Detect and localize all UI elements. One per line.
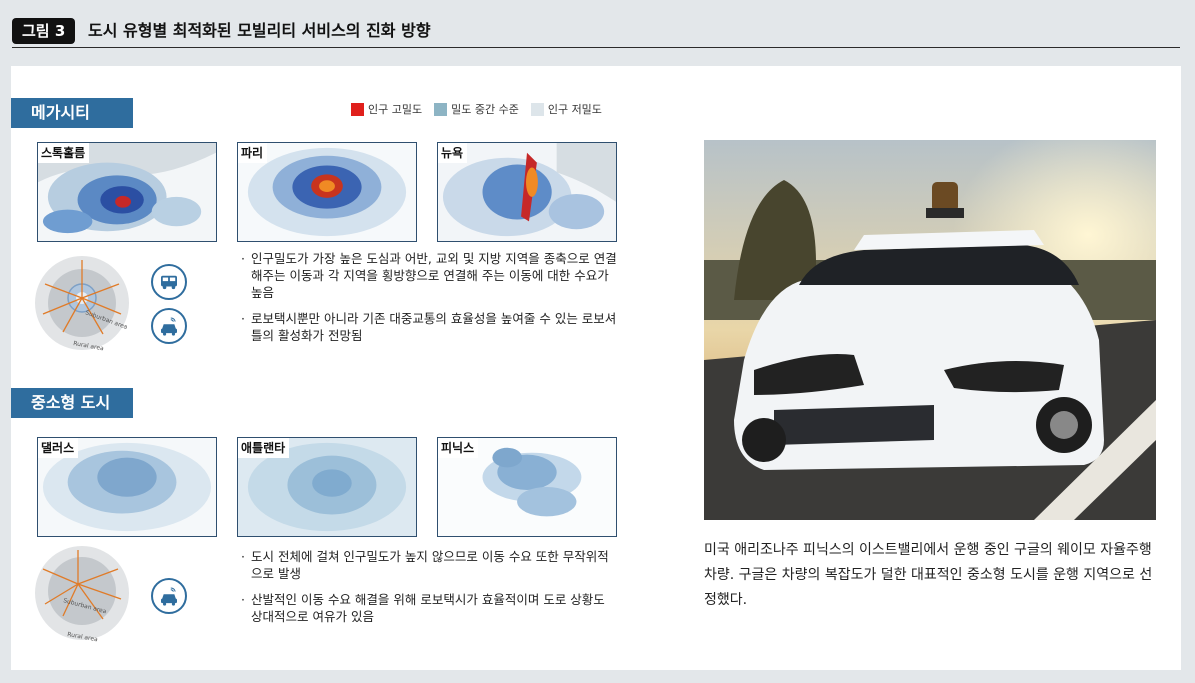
- figure-badge: 그림 3: [12, 18, 76, 44]
- map-label-phoenix: 피닉스: [438, 438, 479, 458]
- section-label-megacity: 메가시티: [11, 98, 133, 128]
- legend-label-low: 인구 저밀도: [547, 103, 602, 116]
- figure-panel: 메가시티 인구 고밀도 밀도 중간 수준 인구 저밀도 스톡홀름 파리 뉴욕 S…: [11, 66, 1181, 670]
- density-legend: 인구 고밀도 밀도 중간 수준 인구 저밀도: [351, 101, 602, 117]
- legend-swatch-high: [351, 102, 364, 116]
- legend-item-low: 인구 저밀도: [530, 101, 602, 117]
- map-stockholm: 스톡홀름: [37, 142, 217, 242]
- smallcity-bullet: 산발적인 이동 수요 해결을 위해 로보택시가 효율적이며 도로 상황도 상대적…: [239, 591, 619, 625]
- photo-caption: 미국 애리조나주 피닉스의 이스트밸리에서 운행 중인 구글의 웨이모 자율주행…: [704, 542, 1153, 608]
- legend-swatch-medium: [434, 102, 448, 116]
- map-label-dallas: 댈러스: [38, 438, 79, 458]
- legend-item-medium: 밀도 중간 수준: [434, 101, 519, 117]
- map-label-stockholm: 스톡홀름: [38, 143, 90, 163]
- robotaxi-icon: [151, 578, 187, 614]
- map-newyork: 뉴욕: [437, 142, 617, 242]
- legend-item-high: 인구 고밀도: [351, 101, 422, 117]
- bus-icon: [151, 264, 187, 300]
- megacity-bullets: 인구밀도가 가장 높은 도심과 어반, 교외 및 지방 지역을 종축으로 연결해…: [239, 250, 619, 353]
- map-paris: 파리: [237, 142, 417, 242]
- figure-header: 그림 3 도시 유형별 최적화된 모빌리티 서비스의 진화 방향: [12, 14, 1180, 48]
- megacity-structure-diagram: Suburban area Rural area: [33, 254, 131, 352]
- figure-title: 도시 유형별 최적화된 모빌리티 서비스의 진화 방향: [88, 21, 431, 40]
- map-atlanta: 애틀랜타: [237, 437, 417, 537]
- map-dallas: 댈러스: [37, 437, 217, 537]
- map-label-paris: 파리: [238, 143, 268, 163]
- megacity-bullet: 인구밀도가 가장 높은 도심과 어반, 교외 및 지방 지역을 종축으로 연결해…: [239, 250, 619, 301]
- megacity-bullet: 로보택시뿐만 아니라 기존 대중교통의 효율성을 높여줄 수 있는 로보셔틀의 …: [239, 310, 619, 344]
- legend-label-medium: 밀도 중간 수준: [451, 103, 519, 116]
- robotaxi-icon: [151, 308, 187, 344]
- smallcity-bullet: 도시 전체에 걸쳐 인구밀도가 높지 않으므로 이동 수요 또한 무작위적으로 …: [239, 548, 619, 582]
- legend-swatch-low: [530, 102, 544, 116]
- smallcity-structure-diagram: Suburban area Rural area: [33, 544, 131, 643]
- section-label-smallcity: 중소형 도시: [11, 388, 133, 418]
- smallcity-bullets: 도시 전체에 걸쳐 인구밀도가 높지 않으므로 이동 수요 또한 무작위적으로 …: [239, 548, 619, 634]
- map-label-atlanta: 애틀랜타: [238, 438, 290, 458]
- map-phoenix: 피닉스: [437, 437, 617, 537]
- map-label-newyork: 뉴욕: [438, 143, 468, 163]
- waymo-car-photo: [704, 140, 1156, 520]
- legend-label-high: 인구 고밀도: [368, 103, 423, 116]
